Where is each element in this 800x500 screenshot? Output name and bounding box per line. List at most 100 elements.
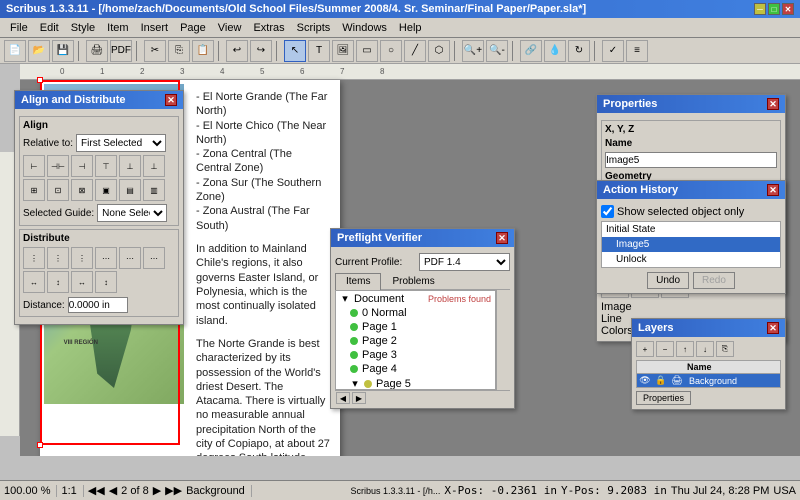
preflight-items-list[interactable]: ▾ Document Problems found 0 Normal Page …	[335, 290, 496, 390]
dist-r2-3[interactable]: ↔	[71, 271, 93, 293]
preflight-tab-items[interactable]: Items	[335, 273, 381, 290]
select-tool[interactable]: ↖	[284, 40, 306, 62]
layers-add-btn[interactable]: +	[636, 341, 654, 357]
align-bottom-btn[interactable]: ⊥	[143, 155, 165, 177]
align-top-btn[interactable]: ⊤	[95, 155, 117, 177]
align-panel-title[interactable]: Align and Distribute ✕	[15, 91, 183, 109]
doc-expand-icon[interactable]: ▾	[340, 292, 350, 305]
page-nav-prev[interactable]: ◀◀	[88, 484, 105, 497]
link-tool[interactable]: 🔗	[520, 40, 542, 62]
pf-scroll-right[interactable]: ▶	[352, 392, 366, 404]
redo-button[interactable]: Redo	[693, 272, 735, 289]
distance-input[interactable]	[68, 297, 128, 313]
text-tool[interactable]: T	[308, 40, 330, 62]
dist-r1-4[interactable]: ⋯	[95, 247, 117, 269]
align-r2-1[interactable]: ⊞	[23, 179, 45, 201]
layers-dup-btn[interactable]: ⎘	[716, 341, 734, 357]
layers-down-btn[interactable]: ↓	[696, 341, 714, 357]
relative-to-select[interactable]: First Selected Last Selected Page	[76, 134, 166, 152]
menu-insert[interactable]: Insert	[135, 20, 175, 36]
dist-r1-3[interactable]: ⋮	[71, 247, 93, 269]
action-panel-title[interactable]: Action History ✕	[597, 181, 785, 199]
align-center-v-btn[interactable]: ⊥	[119, 155, 141, 177]
menu-page[interactable]: Page	[174, 20, 212, 36]
zoom-in[interactable]: 🔍+	[462, 40, 484, 62]
menu-file[interactable]: File	[4, 20, 34, 36]
align-r2-4[interactable]: ▣	[95, 179, 117, 201]
menu-edit[interactable]: Edit	[34, 20, 65, 36]
align-panel-close[interactable]: ✕	[165, 94, 177, 106]
page-nav-forward[interactable]: ▶	[153, 484, 161, 497]
undo-button[interactable]: ↩	[226, 40, 248, 62]
dist-r2-4[interactable]: ↕	[95, 271, 117, 293]
menu-help[interactable]: Help	[393, 20, 428, 36]
align-r2-3[interactable]: ⊠	[71, 179, 93, 201]
menu-item[interactable]: Item	[101, 20, 134, 36]
preflight-document[interactable]: ▾ Document Problems found	[336, 291, 495, 306]
preflight-scrollbar[interactable]	[496, 290, 510, 390]
menu-scripts[interactable]: Scripts	[291, 20, 337, 36]
zoom-out[interactable]: 🔍-	[486, 40, 508, 62]
menu-windows[interactable]: Windows	[336, 20, 393, 36]
dist-r2-2[interactable]: ↕	[47, 271, 69, 293]
align-r2-2[interactable]: ⊡	[47, 179, 69, 201]
preflight-page2[interactable]: Page 2	[336, 334, 495, 348]
preflight-page4[interactable]: Page 4	[336, 362, 495, 376]
undo-button[interactable]: Undo	[647, 272, 689, 289]
preflight-normal[interactable]: 0 Normal	[336, 306, 495, 320]
preflight-panel-title[interactable]: Preflight Verifier ✕	[331, 229, 514, 247]
action-initial-state[interactable]: Initial State	[602, 222, 780, 237]
align-r2-5[interactable]: ▤	[119, 179, 141, 201]
layer-background-row[interactable]: 👁 🔒 🖨 Background	[637, 374, 780, 387]
layers-panel-close[interactable]: ✕	[767, 322, 779, 334]
action-unlock[interactable]: Unlock	[602, 252, 780, 267]
name-input[interactable]	[605, 152, 777, 168]
page-nav-next[interactable]: ▶▶	[165, 484, 182, 497]
copy-button[interactable]: ⎘	[168, 40, 190, 62]
dist-r1-1[interactable]: ⋮	[23, 247, 45, 269]
dist-r1-6[interactable]: ⋯	[143, 247, 165, 269]
status-layer[interactable]: Background	[186, 485, 252, 497]
preflight-page3[interactable]: Page 3	[336, 348, 495, 362]
preflight-page5[interactable]: ▾ Page 5	[336, 376, 495, 390]
layers-prop-btn[interactable]: Properties	[636, 391, 691, 405]
preflight-btn[interactable]: ✓	[602, 40, 624, 62]
preflight-tab-problems[interactable]: Problems	[381, 273, 445, 289]
line-tool[interactable]: ╱	[404, 40, 426, 62]
cut-button[interactable]: ✂	[144, 40, 166, 62]
ellipse-tool[interactable]: ○	[380, 40, 402, 62]
align-btn[interactable]: ≡	[626, 40, 648, 62]
dist-r1-2[interactable]: ⋮	[47, 247, 69, 269]
eyedrop-tool[interactable]: 💧	[544, 40, 566, 62]
save-button[interactable]: 💾	[52, 40, 74, 62]
selection-handle-bl[interactable]	[37, 442, 43, 448]
page-nav-back[interactable]: ◀	[109, 484, 117, 497]
align-right-btn[interactable]: ⊣	[71, 155, 93, 177]
rotate-tool[interactable]: ↻	[568, 40, 590, 62]
layers-del-btn[interactable]: −	[656, 341, 674, 357]
paste-button[interactable]: 📋	[192, 40, 214, 62]
new-button[interactable]: 📄	[4, 40, 26, 62]
print-button[interactable]: 🖨	[86, 40, 108, 62]
current-profile-select[interactable]: PDF 1.4	[419, 253, 510, 271]
action-image5[interactable]: Image5	[602, 237, 780, 252]
preflight-page1[interactable]: Page 1	[336, 320, 495, 334]
status-zoom[interactable]: 100.00 %	[4, 485, 57, 497]
minimize-button[interactable]: ─	[754, 3, 766, 15]
preflight-panel-close[interactable]: ✕	[496, 232, 508, 244]
layers-up-btn[interactable]: ↑	[676, 341, 694, 357]
pdf-button[interactable]: PDF	[110, 40, 132, 62]
image-tool[interactable]: 🖼	[332, 40, 354, 62]
layer-print-toggle[interactable]: 🖨	[669, 374, 685, 387]
layers-panel-title[interactable]: Layers ✕	[632, 319, 785, 337]
align-left-btn[interactable]: ⊢	[23, 155, 45, 177]
menu-view[interactable]: View	[212, 20, 248, 36]
selected-guide-select[interactable]: None Selected	[97, 204, 167, 222]
align-center-h-btn[interactable]: ⊣⊢	[47, 155, 69, 177]
page5-expand-icon[interactable]: ▾	[350, 377, 360, 390]
align-r2-6[interactable]: ▥	[143, 179, 165, 201]
props-panel-close[interactable]: ✕	[767, 98, 779, 110]
layer-lock-toggle[interactable]: 🔒	[653, 374, 669, 387]
pf-scroll-left[interactable]: ◀	[336, 392, 350, 404]
maximize-button[interactable]: □	[768, 3, 780, 15]
